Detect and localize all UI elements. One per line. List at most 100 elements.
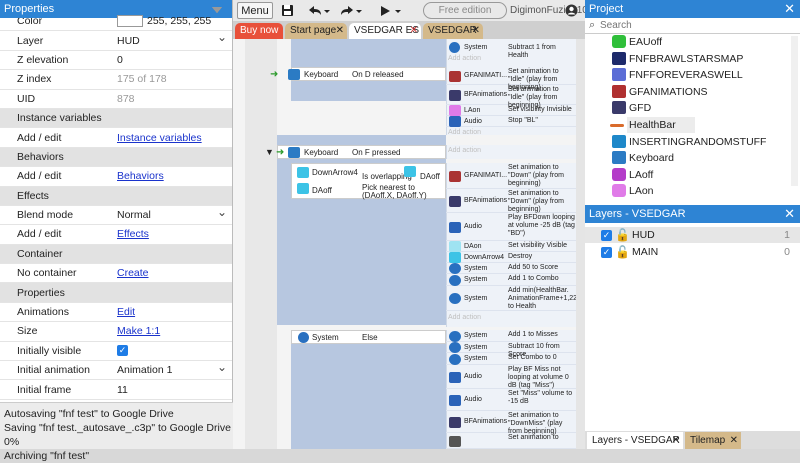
menu-button[interactable]: Menu xyxy=(237,2,273,19)
close-icon[interactable]: ✕ xyxy=(472,23,480,39)
action-row[interactable]: System Add min(HealthBar. AnimationFrame+… xyxy=(446,286,579,311)
property-link[interactable]: Behaviors xyxy=(100,167,232,185)
layer-visible-checkbox[interactable]: ✓ xyxy=(601,230,612,241)
property-row[interactable]: Layer HUD xyxy=(0,30,232,51)
project-scrollbar[interactable] xyxy=(791,36,798,186)
property-row[interactable]: Z index 175 of 178 xyxy=(0,70,232,90)
property-section[interactable]: Properties xyxy=(0,7,232,303)
add-action-link[interactable]: Add action xyxy=(448,55,481,62)
property-section[interactable]: Container xyxy=(0,7,232,265)
project-item[interactable]: GFD xyxy=(612,100,651,116)
tab-buy-now[interactable]: Buy now xyxy=(235,23,283,39)
tab-layers[interactable]: Layers - VSEDGAR ✕ xyxy=(587,432,683,449)
project-item[interactable]: EAUoff xyxy=(612,34,662,50)
action-row[interactable]: System Set Combo to 0 xyxy=(446,353,576,365)
property-dropdown[interactable]: Normal xyxy=(100,205,232,224)
property-row[interactable]: Add / edit Effects xyxy=(0,225,232,245)
property-value-field[interactable]: 0 xyxy=(100,51,232,69)
checkbox-checked-icon[interactable]: ✓ xyxy=(117,345,128,357)
tab-start-page[interactable]: Start page ✕ xyxy=(285,23,347,39)
redo-icon[interactable] xyxy=(337,2,363,19)
project-item[interactable]: HealthBar xyxy=(610,117,695,133)
close-icon[interactable]: ✕ xyxy=(730,432,738,449)
project-search-bar[interactable]: ⌕ xyxy=(585,18,800,34)
action-row[interactable]: GFANIMATI... Set animation to "Down" (pla… xyxy=(446,163,576,189)
property-link[interactable]: Instance variables xyxy=(100,128,232,146)
property-row[interactable]: Add / edit Instance variables xyxy=(0,128,232,148)
layer-visible-checkbox[interactable]: ✓ xyxy=(601,247,612,258)
layer-row[interactable]: ✓ 🔓 HUD 1 xyxy=(585,227,800,243)
event-condition-row[interactable]: System Else xyxy=(291,330,446,344)
property-row[interactable]: Z elevation 0 xyxy=(0,51,232,71)
property-link[interactable]: Make 1:1 xyxy=(100,322,232,340)
color-swatch[interactable] xyxy=(117,15,143,28)
property-link[interactable]: Effects xyxy=(100,225,232,243)
action-row[interactable]: BFAnimations Set animation to "DownMiss" … xyxy=(446,411,576,435)
sub-event-condition[interactable]: DownArrow4 Is overlapping DAoff DAoff Pi… xyxy=(291,163,446,200)
lock-icon[interactable]: 🔓 xyxy=(615,245,630,259)
property-checkbox[interactable]: ✓ xyxy=(100,342,232,360)
project-item[interactable]: FNFBRAWLSTARSMAP xyxy=(612,51,743,67)
close-icon[interactable]: ✕ xyxy=(410,23,418,39)
search-input[interactable] xyxy=(600,19,790,32)
layer-row[interactable]: ✓ 🔓 MAIN 0 xyxy=(585,244,800,260)
property-value[interactable]: Make 1:1 xyxy=(117,325,160,337)
property-section[interactable]: Behaviors xyxy=(0,7,232,168)
action-row[interactable]: DownArrow4 Destroy xyxy=(446,252,576,263)
lock-icon[interactable]: 🔓 xyxy=(615,228,630,242)
project-item[interactable]: FNFFOREVERASWELL xyxy=(612,67,743,83)
project-item[interactable]: LAoff xyxy=(612,167,653,183)
add-action-link[interactable]: Add action xyxy=(448,129,481,136)
undo-icon[interactable] xyxy=(305,2,331,19)
property-row[interactable]: Initial animation Animation 1 xyxy=(0,360,232,381)
action-row[interactable]: BFAnimations Set animation to "Idle" (pla… xyxy=(446,85,576,109)
preview-play-icon[interactable] xyxy=(378,2,404,19)
property-row[interactable]: Blend mode Normal xyxy=(0,205,232,226)
property-row[interactable]: UID 878 xyxy=(0,90,232,109)
project-item[interactable]: LAon xyxy=(612,183,654,199)
action-row[interactable]: Audio Play BF Miss not looping at volume … xyxy=(446,365,576,389)
property-value-field[interactable]: 11 xyxy=(100,380,232,398)
property-value[interactable]: Effects xyxy=(117,228,149,240)
property-row[interactable]: Size Make 1:1 xyxy=(0,322,232,342)
close-icon[interactable]: ✕ xyxy=(672,432,680,449)
action-row[interactable]: DAon Set visibility Visible xyxy=(446,241,576,252)
close-icon[interactable]: ✕ xyxy=(336,23,344,39)
user-account-icon[interactable] xyxy=(564,2,578,19)
property-value-field[interactable]: 175 of 178 xyxy=(100,70,232,88)
property-value-field[interactable]: 878 xyxy=(100,90,232,108)
property-row[interactable]: No container Create xyxy=(0,264,232,284)
tab-vsedgar-es[interactable]: VSEDGAR ES ✕ xyxy=(349,23,421,39)
property-row[interactable]: Initial frame 11 xyxy=(0,380,232,400)
action-row[interactable]: System Subtract 10 from Score xyxy=(446,342,576,358)
action-row[interactable]: GFANIMATI... Set animation to "Idle" (pla… xyxy=(446,67,576,91)
event-condition-row[interactable]: ➜ Keyboard On D released xyxy=(270,67,446,81)
tab-tilemap[interactable]: Tilemap ✕ xyxy=(685,432,741,449)
vertical-scrollbar[interactable] xyxy=(576,39,585,449)
property-row[interactable]: Add / edit Behaviors xyxy=(0,167,232,187)
project-item[interactable]: Keyboard xyxy=(612,150,674,166)
collapse-triangle-icon[interactable]: ▼ xyxy=(265,147,274,157)
add-action-link[interactable]: Add action xyxy=(448,314,481,321)
property-value[interactable]: Instance variables xyxy=(117,132,202,144)
property-link[interactable]: Create xyxy=(100,264,232,282)
property-link[interactable]: Edit xyxy=(100,303,232,321)
save-icon[interactable] xyxy=(279,2,295,19)
action-row[interactable]: LAon Set visibility Invisible xyxy=(446,105,576,116)
close-icon[interactable]: ✕ xyxy=(784,205,795,223)
property-row[interactable]: Initially visible ✓ xyxy=(0,342,232,362)
event-sheet[interactable]: System Subtract 1 from Health Add action… xyxy=(233,39,585,449)
property-value[interactable]: Edit xyxy=(117,306,135,318)
action-row[interactable]: System Add 1 to Misses xyxy=(446,330,576,342)
action-row[interactable]: Audio Play BFDown looping at volume -25 d… xyxy=(446,213,576,241)
property-value-field[interactable]: 255, 255, 255 xyxy=(100,12,232,30)
property-section[interactable]: Instance variables xyxy=(0,7,232,129)
collapse-triangle-icon[interactable] xyxy=(212,7,222,13)
close-icon[interactable]: ✕ xyxy=(784,0,795,18)
action-row[interactable]: Audio Set "Miss" volume to -15 dB xyxy=(446,389,576,411)
free-edition-badge[interactable]: Free edition xyxy=(423,2,507,19)
property-row[interactable]: Animations Edit xyxy=(0,303,232,323)
property-section[interactable]: Effects xyxy=(0,7,232,206)
action-row[interactable]: Audio Stop "BL" xyxy=(446,116,576,127)
tab-vsedgar[interactable]: VSEDGAR ✕ xyxy=(423,23,483,39)
